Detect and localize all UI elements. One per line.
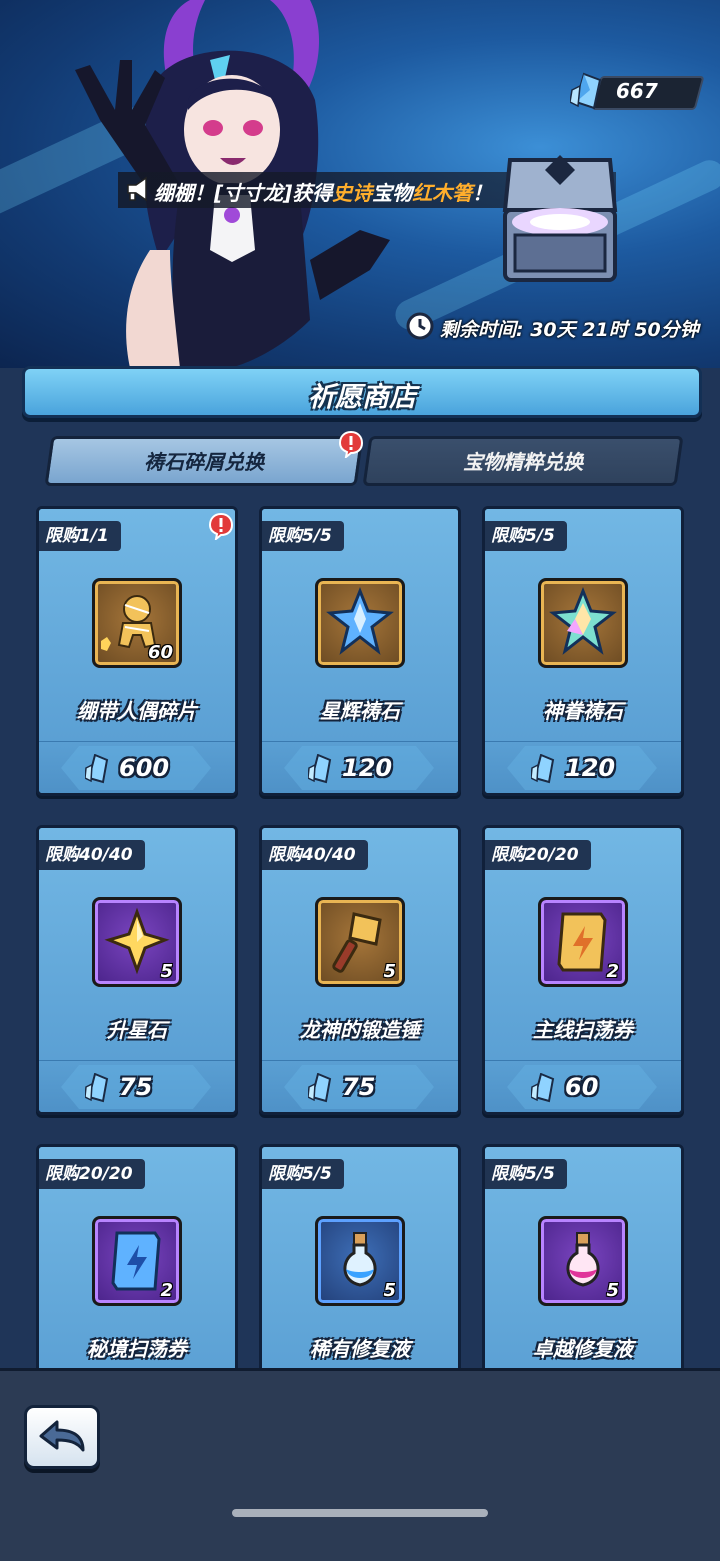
tab-label: 宝物精粹兑换	[463, 450, 584, 474]
event-banner: 667 绷棚！[寸寸龙]获得史诗宝物红木箸！ 剩余时间: 30天 21时 50分…	[0, 0, 720, 368]
item-name: 卓越修复液	[533, 1337, 633, 1361]
back-button[interactable]	[24, 1405, 100, 1469]
purchase-limit: 限购20/20	[39, 1159, 145, 1189]
tab-prayer-stone-exchange[interactable]: 祷石碎屑兑换	[44, 436, 364, 486]
alert-badge-icon	[338, 430, 364, 458]
item-name: 升星石	[107, 1018, 167, 1042]
item-icon-frame: 2	[92, 1216, 182, 1306]
purchase-limit: 限购5/5	[262, 521, 344, 551]
item-price: 75	[342, 1073, 376, 1101]
shop-item-card[interactable]: 限购40/40 5 升星石 75	[36, 825, 238, 1115]
item-quantity: 5	[160, 961, 173, 982]
alert-badge-icon	[208, 512, 234, 540]
price-bar: 60	[485, 1060, 681, 1112]
crystal-gem-icon	[531, 1073, 555, 1103]
item-icon-frame: 5	[315, 1216, 405, 1306]
tab-label: 祷石碎屑兑换	[144, 450, 265, 474]
item-name: 秘境扫荡券	[87, 1337, 187, 1361]
item-quantity: 5	[383, 961, 396, 982]
broadcast-suffix: ！	[472, 181, 493, 205]
price-bar: 600	[39, 741, 235, 793]
gem-currency: 667	[570, 72, 705, 110]
shop-item-card[interactable]: 限购20/20 2 主线扫荡券 60	[482, 825, 684, 1115]
item-price: 600	[119, 754, 170, 782]
item-price: 75	[119, 1073, 153, 1101]
item-price: 120	[342, 754, 393, 782]
item-price: 120	[565, 754, 616, 782]
crystal-gem-icon	[531, 754, 555, 784]
item-price: 60	[565, 1073, 599, 1101]
purchase-limit: 限购40/40	[262, 840, 368, 870]
item-quantity: 5	[606, 1280, 619, 1301]
shop-item-card[interactable]: 限购5/5 5 稀有修复液	[259, 1144, 461, 1368]
price-bar: 75	[39, 1060, 235, 1112]
item-icon-frame	[315, 578, 405, 668]
price-bar: 75	[262, 1060, 458, 1112]
item-quantity: 2	[606, 961, 619, 982]
shop-item-card[interactable]: 限购40/40 5 龙神的锻造锤 75	[259, 825, 461, 1115]
item-name: 主线扫荡券	[533, 1018, 633, 1042]
item-quantity: 60	[147, 642, 173, 663]
purchase-limit: 限购5/5	[485, 1159, 567, 1189]
item-name: 稀有修复液	[310, 1337, 410, 1361]
item-name: 龙神的锻造锤	[300, 1018, 420, 1042]
shop-title-bar: 祈愿商店	[22, 366, 702, 418]
price-bar: 120	[262, 741, 458, 793]
blue-crystal-icon	[326, 586, 394, 655]
tab-treasure-essence-exchange[interactable]: 宝物精粹兑换	[362, 436, 684, 486]
item-icon-frame	[538, 578, 628, 668]
currency-amount: 667	[616, 79, 658, 103]
timer-label: 剩余时间: 30天 21时 50分钟	[440, 319, 699, 341]
crystal-gem-icon	[308, 1073, 332, 1103]
item-icon-frame: 2	[538, 897, 628, 987]
broadcast-prefix: 绷棚！[寸寸龙]获得	[154, 181, 333, 205]
home-indicator[interactable]	[232, 1509, 488, 1517]
megaphone-icon	[127, 176, 147, 202]
item-icon-frame: 60	[92, 578, 182, 668]
shop-item-card[interactable]: 限购5/5 神眷祷石 120	[482, 506, 684, 796]
rainbow-crystal-icon	[549, 586, 617, 655]
bottom-bar	[0, 1368, 720, 1561]
item-name: 神眷祷石	[543, 699, 623, 723]
purchase-limit: 限购20/20	[485, 840, 591, 870]
clock-icon	[406, 312, 434, 340]
price-bar: 120	[485, 741, 681, 793]
item-name: 绷带人偶碎片	[77, 699, 197, 723]
broadcast-middle: 宝物	[372, 181, 413, 205]
shop-item-card[interactable]: 限购1/1 60 绷带人偶碎片 600	[36, 506, 238, 796]
crystal-gem-icon	[570, 72, 602, 110]
shop-title: 祈愿商店	[308, 382, 416, 413]
shop-items-grid: 限购1/1 60 绷带人偶碎片 600 限购5/5 星辉祷石 120 限购5/5…	[0, 490, 720, 1368]
back-arrow-icon	[39, 1420, 85, 1452]
crystal-gem-icon	[308, 754, 332, 784]
crystal-gem-icon	[85, 754, 109, 784]
item-icon-frame: 5	[538, 1216, 628, 1306]
crystal-gem-icon	[85, 1073, 109, 1103]
purchase-limit: 限购5/5	[262, 1159, 344, 1189]
treasure-chest-icon[interactable]	[495, 140, 625, 290]
item-quantity: 2	[160, 1280, 173, 1301]
item-name: 星辉祷石	[320, 699, 400, 723]
purchase-limit: 限购40/40	[39, 840, 145, 870]
item-icon-frame: 5	[92, 897, 182, 987]
shop-item-card[interactable]: 限购20/20 2 秘境扫荡券	[36, 1144, 238, 1368]
broadcast-rarity: 史诗	[332, 181, 373, 205]
purchase-limit: 限购5/5	[485, 521, 567, 551]
purchase-limit: 限购1/1	[39, 521, 121, 551]
item-icon-frame: 5	[315, 897, 405, 987]
broadcast-text: 绷棚！[寸寸龙]获得史诗宝物红木箸！	[154, 177, 492, 206]
shop-item-card[interactable]: 限购5/5 5 卓越修复液	[482, 1144, 684, 1368]
item-quantity: 5	[383, 1280, 396, 1301]
shop-item-card[interactable]: 限购5/5 星辉祷石 120	[259, 506, 461, 796]
broadcast-item: 红木箸	[412, 181, 473, 205]
